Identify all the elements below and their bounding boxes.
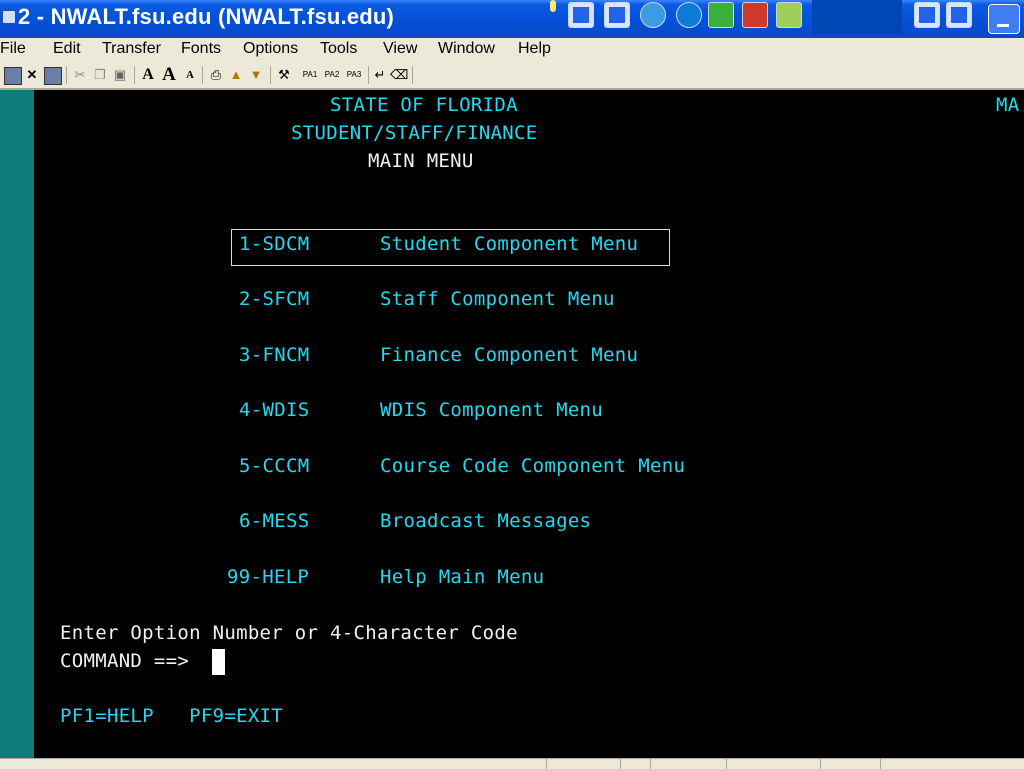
enter-icon[interactable]: ↵ (372, 67, 388, 83)
option-code[interactable]: 1-SDCM (239, 234, 309, 254)
option-label[interactable]: Finance Component Menu (380, 345, 638, 365)
menu-help[interactable]: Help (518, 40, 551, 58)
prompt-text: Enter Option Number or 4-Character Code (60, 622, 518, 644)
copy-icon[interactable]: ❐ (92, 67, 108, 83)
separator (66, 66, 67, 84)
toolbar: ✕ ✂ ❐ ▣ A A A ⎙ ▲ ▼ ⚒ PA1 PA2 PA3 ↵ ⌫ (0, 62, 1024, 90)
menu-transfer[interactable]: Transfer (102, 40, 161, 58)
window-title: 2 - NWALT.fsu.edu (NWALT.fsu.edu) (18, 4, 395, 29)
separator (412, 66, 413, 84)
browser-icon[interactable] (676, 2, 702, 28)
menu-view[interactable]: View (383, 40, 417, 58)
font-grow-icon[interactable]: A (160, 65, 178, 84)
pa1-button[interactable]: PA1 (300, 67, 320, 83)
separator (368, 66, 369, 84)
app-shortcut-icon[interactable] (776, 2, 802, 28)
option-label[interactable]: Staff Component Menu (380, 289, 615, 309)
option-label[interactable]: Broadcast Messages (380, 511, 591, 531)
option-code[interactable]: 4-WDIS (239, 400, 309, 420)
menu-fonts[interactable]: Fonts (181, 40, 221, 58)
print-icon[interactable]: ⎙ (208, 67, 224, 83)
cut-icon[interactable]: ✂ (72, 67, 88, 83)
separator (134, 66, 135, 84)
command-label: COMMAND ==> (60, 650, 190, 672)
taskbar-gap (812, 0, 902, 34)
status-bar (0, 758, 1024, 769)
screen-title: MAIN MENU (368, 150, 474, 172)
globe-icon[interactable] (640, 2, 666, 28)
screen-header-system: STUDENT/STAFF/FINANCE (291, 122, 538, 144)
title-bar[interactable]: 2 - NWALT.fsu.edu (NWALT.fsu.edu) (0, 0, 1024, 38)
window-icon[interactable] (604, 2, 630, 28)
receive-file-icon[interactable]: ▼ (248, 67, 264, 83)
font-icon[interactable]: A (140, 67, 156, 83)
option-label[interactable]: Student Component Menu (380, 234, 638, 254)
window-icon[interactable] (914, 2, 940, 28)
send-file-icon[interactable]: ▲ (228, 67, 244, 83)
menu-options[interactable]: Options (243, 40, 298, 58)
window-icon[interactable] (946, 2, 972, 28)
menu-edit[interactable]: Edit (53, 40, 81, 58)
minimize-button[interactable] (988, 4, 1020, 34)
option-code[interactable]: 5-CCCM (239, 456, 309, 476)
option-label[interactable]: Help Main Menu (380, 567, 544, 587)
terminal-screen[interactable]: STATE OF FLORIDA STUDENT/STAFF/FINANCE M… (34, 90, 1024, 758)
window-icon[interactable] (568, 2, 594, 28)
menu-window[interactable]: Window (438, 40, 495, 58)
menu-file[interactable]: File (0, 40, 26, 58)
eraser-icon[interactable]: ⌫ (390, 67, 408, 83)
pf-key-legend: PF1=HELP PF9=EXIT (60, 705, 284, 727)
separator (270, 66, 271, 84)
option-label[interactable]: WDIS Component Menu (380, 400, 603, 420)
system-tray-icon (550, 0, 556, 12)
app-icon[interactable] (2, 10, 16, 24)
option-code[interactable]: 3-FNCM (239, 345, 309, 365)
pa3-button[interactable]: PA3 (344, 67, 364, 83)
app-shortcut-icon[interactable] (708, 2, 734, 28)
option-code[interactable]: 6-MESS (239, 511, 309, 531)
screen-header-state: STATE OF FLORIDA (330, 94, 518, 116)
option-code[interactable]: 99-HELP (227, 567, 309, 587)
disconnect-icon[interactable]: ✕ (24, 67, 40, 83)
terminal-left-margin (0, 90, 34, 758)
option-code[interactable]: 2-SFCM (239, 289, 309, 309)
command-input-cursor[interactable] (212, 649, 225, 675)
app-shortcut-icon[interactable] (742, 2, 768, 28)
paste-icon[interactable]: ▣ (112, 67, 128, 83)
menu-tools[interactable]: Tools (320, 40, 357, 58)
menu-bar: File Edit Transfer Fonts Options Tools V… (0, 38, 1024, 63)
font-shrink-icon[interactable]: A (182, 67, 198, 83)
separator (202, 66, 203, 84)
save-icon[interactable] (44, 67, 62, 85)
connect-icon[interactable] (4, 67, 22, 85)
option-label[interactable]: Course Code Component Menu (380, 456, 685, 476)
tools-icon[interactable]: ⚒ (276, 67, 292, 83)
pa2-button[interactable]: PA2 (322, 67, 342, 83)
screen-corner-label: MA (996, 94, 1020, 116)
